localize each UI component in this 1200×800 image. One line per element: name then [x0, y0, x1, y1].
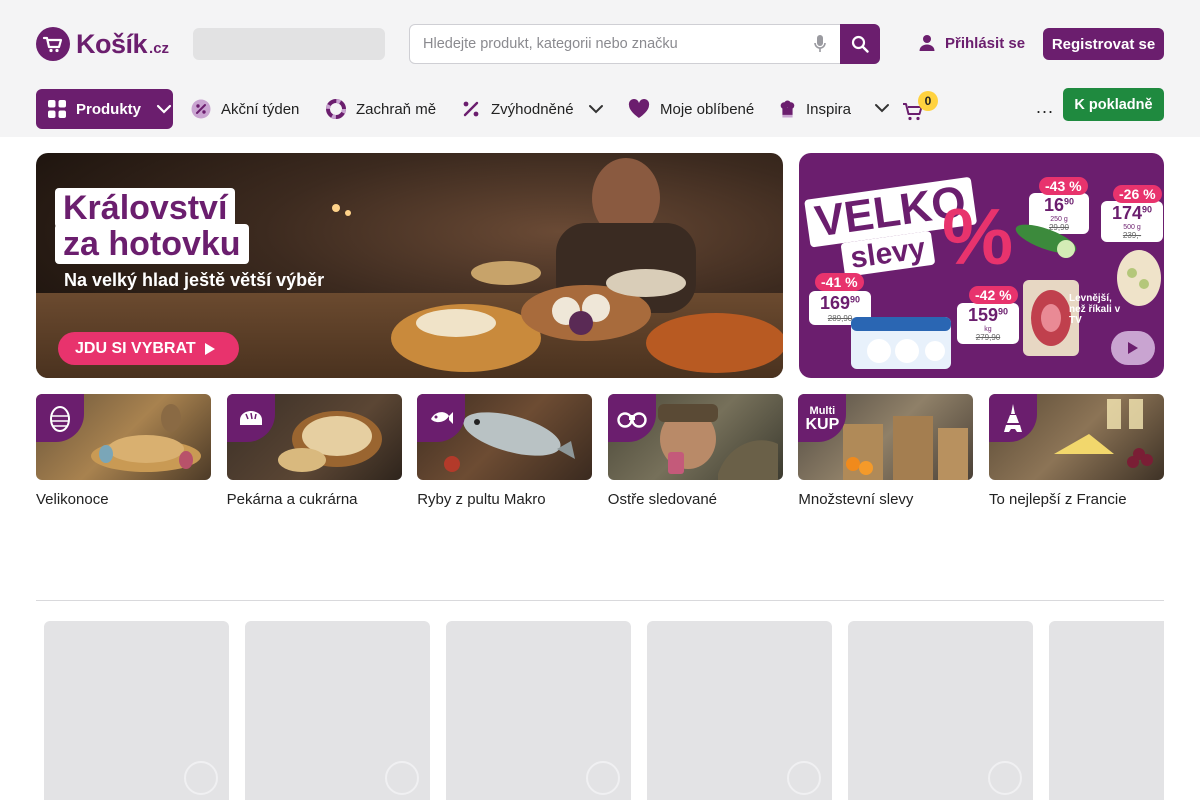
chevron-down-icon: [588, 105, 603, 114]
banner-cta-label: JDU SI VYBRAT: [75, 339, 196, 357]
category-tile-velikonoce[interactable]: Velikonoce: [36, 394, 211, 514]
loading-placeholder: [193, 28, 385, 60]
play-triangle-icon: [204, 342, 215, 355]
nav-item-akcni-tyden[interactable]: Akční týden: [191, 89, 299, 129]
category-tiles: Velikonoce Pekárna a cukrárna Ryby z pul…: [36, 394, 1164, 514]
nav-item-label: Inspira: [805, 100, 851, 118]
products-menu-button[interactable]: Produkty: [36, 89, 173, 129]
heart-icon: [628, 99, 650, 118]
toilet-paper-illustration: [851, 317, 951, 369]
category-tile-francie[interactable]: To nejlepší z Francie: [988, 394, 1164, 514]
category-image: [988, 394, 1164, 480]
category-label: Pekárna a cukrárna: [226, 491, 358, 508]
discount-badge: -42 %: [969, 286, 1018, 304]
category-tile-mnozstevni-slevy[interactable]: Multi KUP Množstevní slevy: [798, 394, 974, 514]
loading-spinner-icon: [385, 761, 419, 795]
logo-text: Košík: [76, 28, 148, 59]
hero-banner-side[interactable]: VELKO slevy % 1690 250 g 29,90 -43 % 174…: [799, 153, 1164, 378]
nav-item-moje-oblibene[interactable]: Moje oblíbené: [628, 89, 754, 129]
login-link[interactable]: Přihlásit se: [918, 34, 1025, 52]
lifebuoy-icon: [326, 99, 346, 119]
banner-subtitle: Na velký hlad ještě větší výběr: [64, 270, 325, 290]
category-label: Množstevní slevy: [798, 491, 914, 508]
microphone-icon[interactable]: [800, 25, 840, 63]
cart-button[interactable]: 0: [902, 91, 938, 123]
chevron-down-icon: [156, 104, 172, 114]
cucumber-illustration: [1015, 224, 1077, 258]
category-label: Ostře sledované: [607, 491, 718, 508]
product-carousel-loading: [44, 621, 1164, 800]
category-tile-ostre-sledovane[interactable]: Ostře sledované: [607, 394, 783, 514]
category-label: Velikonoce: [36, 491, 109, 508]
chevron-down-icon[interactable]: [874, 103, 890, 113]
chef-icon: [780, 100, 795, 118]
nav-item-label: Akční týden: [221, 100, 300, 118]
discount-badge: -43 %: [1039, 177, 1088, 195]
offer-price-tag: 15990 kg 279,90: [957, 303, 1019, 344]
product-card-skeleton: [245, 621, 430, 800]
more-menu-button[interactable]: ...: [1036, 97, 1054, 118]
nav-item-inspirace[interactable]: Inspira: [779, 89, 851, 129]
percent-icon: [463, 101, 479, 117]
logo-tld: .cz: [149, 39, 170, 57]
category-image: [36, 394, 211, 480]
search-input[interactable]: [410, 25, 800, 63]
tv-note: Levnější, než říkali v TV: [1069, 293, 1121, 326]
banner-headline-2: za hotovku: [55, 224, 249, 264]
nav-item-zachran-me[interactable]: Zachraň mě: [326, 89, 436, 129]
play-icon: [1128, 342, 1138, 354]
category-label: Ryby z pultu Makro: [417, 491, 546, 508]
banner-cta-button[interactable]: JDU SI VYBRAT: [58, 332, 239, 365]
category-tile-ryby[interactable]: Ryby z pultu Makro: [417, 394, 593, 514]
basket-logo-icon: [36, 27, 70, 61]
nav-item-zvyhodnene[interactable]: Zvýhodněné: [461, 89, 604, 129]
category-image: [607, 394, 783, 480]
offer-price-tag: 17490 500 g 239,-: [1101, 201, 1163, 242]
loading-spinner-icon: [586, 761, 620, 795]
product-card-skeleton: [446, 621, 631, 800]
register-button[interactable]: Registrovat se: [1043, 28, 1164, 60]
nav-item-label: Moje oblíbené: [660, 100, 755, 118]
product-card-skeleton: [1049, 621, 1164, 800]
nav-item-label: Zachraň mě: [356, 100, 437, 118]
category-image: [417, 394, 593, 480]
login-label: Přihlásit se: [945, 34, 1026, 52]
category-image: Multi KUP: [798, 394, 974, 480]
search-button[interactable]: [840, 24, 880, 64]
product-card-skeleton: [647, 621, 832, 800]
discount-badge: -26 %: [1113, 185, 1162, 203]
nav-item-label: Zvýhodněné: [491, 100, 574, 118]
main-navigation: Produkty Akční týden Zachraň mě Zvýhodně…: [0, 88, 1200, 129]
grid-icon: [48, 100, 66, 118]
loading-spinner-icon: [184, 761, 218, 795]
banner-headline-1: Království: [55, 188, 236, 228]
percent-graphic: %: [942, 192, 1014, 281]
checkout-button[interactable]: K pokladně: [1063, 88, 1164, 121]
banner-play-button[interactable]: [1111, 331, 1155, 365]
percent-badge-icon: [191, 99, 211, 119]
user-icon: [919, 35, 935, 51]
section-divider: [36, 600, 1164, 601]
category-image: [226, 394, 402, 480]
product-card-skeleton: [848, 621, 1033, 800]
product-card-skeleton: [44, 621, 229, 800]
products-label: Produkty: [76, 100, 142, 118]
discount-badge: -41 %: [815, 273, 864, 291]
category-label: To nejlepší z Francie: [988, 491, 1127, 508]
category-tile-pekarna[interactable]: Pekárna a cukrárna: [226, 394, 402, 514]
loading-spinner-icon: [787, 761, 821, 795]
loading-spinner-icon: [988, 761, 1022, 795]
search-icon: [851, 35, 869, 53]
site-logo[interactable]: Košík .cz: [36, 27, 169, 61]
search-bar: [409, 24, 880, 64]
cart-count-badge: 0: [918, 91, 938, 111]
